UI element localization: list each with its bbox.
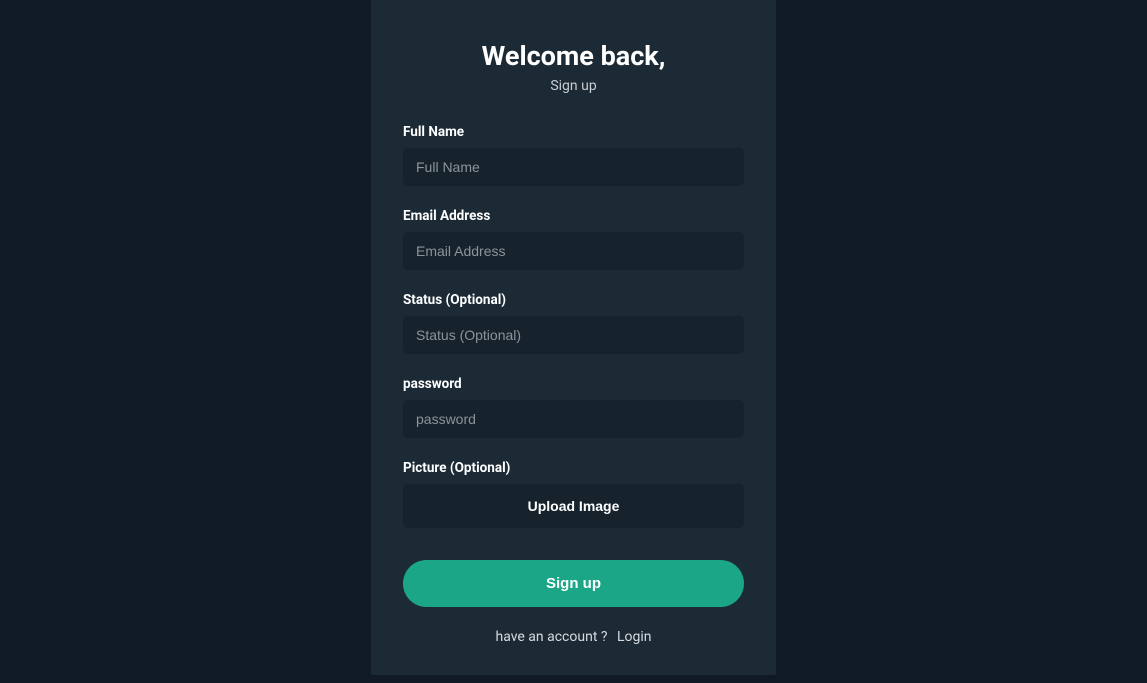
login-link[interactable]: Login xyxy=(617,629,652,645)
password-label: password xyxy=(403,376,744,392)
password-input[interactable] xyxy=(403,400,744,438)
picture-label: Picture (Optional) xyxy=(403,460,744,476)
signup-button[interactable]: Sign up xyxy=(403,560,744,607)
password-group: password xyxy=(403,376,744,438)
page-subtitle: Sign up xyxy=(403,78,744,94)
page-title: Welcome back, xyxy=(403,40,744,72)
email-input[interactable] xyxy=(403,232,744,270)
fullname-group: Full Name xyxy=(403,124,744,186)
signup-card: Welcome back, Sign up Full Name Email Ad… xyxy=(371,0,776,675)
email-group: Email Address xyxy=(403,208,744,270)
footer: have an account ? Login xyxy=(403,629,744,645)
picture-group: Picture (Optional) Upload Image xyxy=(403,460,744,528)
fullname-label: Full Name xyxy=(403,124,744,140)
card-header: Welcome back, Sign up xyxy=(403,40,744,94)
status-label: Status (Optional) xyxy=(403,292,744,308)
status-group: Status (Optional) xyxy=(403,292,744,354)
upload-image-button[interactable]: Upload Image xyxy=(403,484,744,528)
footer-text: have an account ? xyxy=(495,629,607,645)
email-label: Email Address xyxy=(403,208,744,224)
fullname-input[interactable] xyxy=(403,148,744,186)
status-input[interactable] xyxy=(403,316,744,354)
